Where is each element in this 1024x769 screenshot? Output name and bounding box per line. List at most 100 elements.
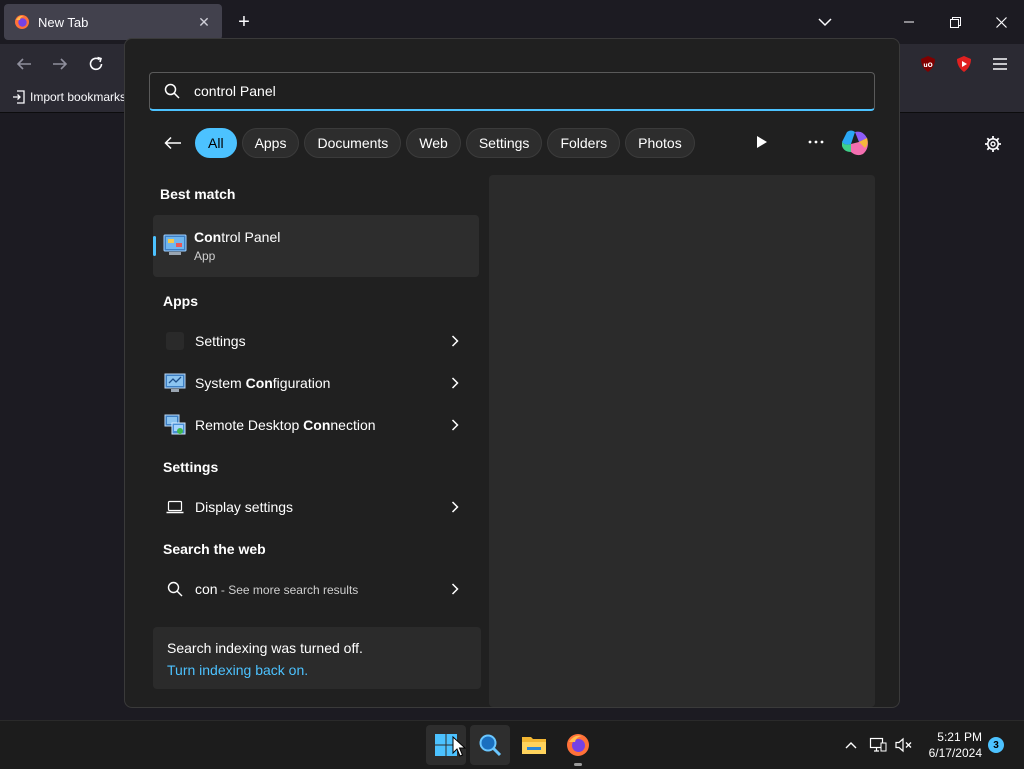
reload-button[interactable] xyxy=(84,52,108,76)
best-match-name-highlight: Con xyxy=(194,229,222,245)
customize-new-tab-button[interactable] xyxy=(982,133,1004,155)
app-menu-button[interactable] xyxy=(988,52,1012,76)
taskbar: 5:21 PM 6/17/2024 3 xyxy=(0,720,1024,769)
shield-play-icon xyxy=(957,56,971,72)
gear-icon xyxy=(985,136,1001,152)
filter-chip-apps[interactable]: Apps xyxy=(241,128,300,158)
filter-chip-photos[interactable]: Photos xyxy=(625,128,695,158)
app-name-part: Settings xyxy=(195,333,246,349)
best-match-type: App xyxy=(194,249,216,263)
close-icon xyxy=(995,16,1007,28)
settings-result-label: Display settings xyxy=(195,499,294,515)
restore-icon xyxy=(949,16,961,28)
copilot-icon[interactable] xyxy=(839,128,871,158)
app-result-label: Remote Desktop Connection xyxy=(195,417,447,433)
browser-tab-new-tab[interactable]: New Tab ✕ xyxy=(4,4,222,40)
indexing-notice: Search indexing was turned off. Turn ind… xyxy=(153,627,481,689)
chevron-right-icon[interactable] xyxy=(447,375,463,391)
app-result-label: System Configuration xyxy=(195,375,447,391)
hamburger-menu-icon xyxy=(993,58,1007,70)
app-result-system-configuration[interactable]: System Configuration xyxy=(153,365,479,401)
search-filter-bar: All Apps Documents Web Settings Folders … xyxy=(161,127,700,159)
back-button[interactable] xyxy=(12,52,36,76)
web-search-term: con xyxy=(195,581,218,597)
chevron-right-icon[interactable] xyxy=(447,499,463,515)
app-result-label: Settings xyxy=(195,333,447,349)
arrow-left-icon xyxy=(164,136,181,150)
show-hidden-icons-button[interactable] xyxy=(841,735,861,755)
ublock-extension-button[interactable]: uO xyxy=(916,52,940,76)
running-indicator xyxy=(574,763,582,766)
turn-indexing-on-link[interactable]: Turn indexing back on. xyxy=(167,662,308,678)
best-match-heading: Best match xyxy=(160,186,236,202)
more-filters-button[interactable] xyxy=(753,133,771,151)
indexing-message: Search indexing was turned off. xyxy=(167,640,363,656)
app-result-settings[interactable]: Settings xyxy=(153,323,479,359)
mouse-cursor-icon xyxy=(452,736,466,757)
close-window-button[interactable] xyxy=(978,0,1024,44)
back-arrow-button[interactable] xyxy=(161,131,185,155)
chevron-down-icon xyxy=(818,18,832,27)
chevron-right-icon[interactable] xyxy=(447,333,463,349)
remote-desktop-icon xyxy=(164,414,186,436)
ublock-icon: uO xyxy=(921,56,935,72)
settings-result-display[interactable]: Display settings xyxy=(153,489,479,525)
search-icon xyxy=(164,578,186,600)
filter-chip-all[interactable]: All xyxy=(195,128,237,158)
filter-chip-settings[interactable]: Settings xyxy=(465,128,543,158)
network-icon xyxy=(869,737,887,752)
new-tab-button[interactable]: + xyxy=(232,10,256,34)
reload-icon xyxy=(89,56,103,71)
search-input[interactable] xyxy=(192,82,846,100)
clock-date: 6/17/2024 xyxy=(928,746,982,760)
chevron-up-icon xyxy=(845,742,857,749)
import-bookmarks-label: Import bookmarks... xyxy=(30,90,137,104)
settings-heading: Settings xyxy=(163,459,219,475)
search-taskbar-button[interactable] xyxy=(470,725,510,765)
file-explorer-button[interactable] xyxy=(514,725,554,765)
restore-button[interactable] xyxy=(932,0,978,44)
best-match-name: Control Panel xyxy=(194,229,280,245)
firefox-icon xyxy=(15,15,29,29)
more-options-button[interactable] xyxy=(805,133,827,151)
tab-title: New Tab xyxy=(38,14,89,30)
control-panel-icon xyxy=(163,234,187,255)
minimize-icon xyxy=(904,21,914,23)
speaker-muted-icon xyxy=(895,737,912,753)
forward-button[interactable] xyxy=(48,52,72,76)
close-tab-icon[interactable]: ✕ xyxy=(192,10,216,34)
app-name-highlight: Con xyxy=(303,417,331,433)
filter-chip-documents[interactable]: Documents xyxy=(304,128,402,158)
import-bookmarks-button[interactable]: Import bookmarks... xyxy=(12,90,136,104)
network-status-button[interactable] xyxy=(868,735,888,755)
system-configuration-icon xyxy=(164,372,186,394)
best-match-name-rest: trol Panel xyxy=(221,229,281,245)
filter-chip-web[interactable]: Web xyxy=(406,128,461,158)
chevron-right-icon[interactable] xyxy=(447,581,463,597)
youtube-extension-button[interactable] xyxy=(952,52,976,76)
app-result-remote-desktop[interactable]: Remote Desktop Connection xyxy=(153,407,479,443)
firefox-taskbar-button[interactable] xyxy=(558,725,598,766)
volume-button[interactable] xyxy=(894,735,914,755)
app-name-part: System xyxy=(195,375,246,391)
best-match-result[interactable]: Control Panel App xyxy=(153,215,479,277)
notification-badge[interactable]: 3 xyxy=(988,737,1004,753)
selection-indicator xyxy=(153,236,156,256)
search-icon xyxy=(479,734,502,757)
folder-icon xyxy=(522,737,546,754)
filter-chip-folders[interactable]: Folders xyxy=(547,128,621,158)
system-clock[interactable]: 5:21 PM 6/17/2024 xyxy=(918,729,982,761)
search-box[interactable] xyxy=(149,72,875,111)
web-search-result[interactable]: con - See more search results xyxy=(153,571,479,607)
chevron-right-icon[interactable] xyxy=(447,417,463,433)
apps-heading: Apps xyxy=(163,293,198,309)
import-icon xyxy=(13,90,25,104)
play-icon xyxy=(757,136,767,148)
firefox-icon xyxy=(567,734,589,756)
svg-text:uO: uO xyxy=(923,62,932,69)
web-search-label: con - See more search results xyxy=(195,581,447,597)
app-name-highlight: Con xyxy=(245,375,273,391)
web-search-suffix: - See more search results xyxy=(217,583,359,597)
clock-time: 5:21 PM xyxy=(937,730,982,744)
arrow-right-icon xyxy=(53,58,68,70)
